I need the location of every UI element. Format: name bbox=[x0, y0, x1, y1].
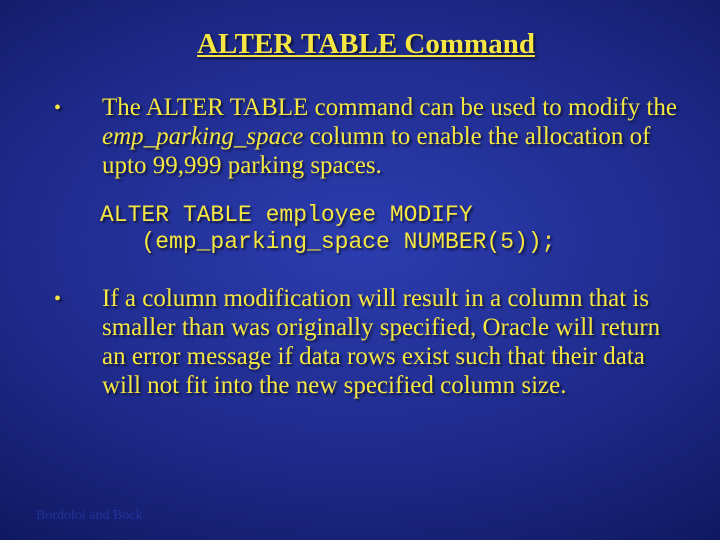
bullet-text: If a column modification will result in … bbox=[102, 284, 680, 400]
slide: ALTER TABLE Command • The ALTER TABLE co… bbox=[0, 0, 720, 540]
bullet-symbol: • bbox=[52, 93, 102, 124]
bullet-text: The ALTER TABLE command can be used to m… bbox=[102, 93, 680, 180]
bullet-item: • If a column modification will result i… bbox=[52, 284, 680, 400]
code-block: ALTER TABLE employee MODIFY (emp_parking… bbox=[100, 202, 680, 256]
bullet-item: • The ALTER TABLE command can be used to… bbox=[52, 93, 680, 180]
footer-credit: Bordoloi and Bock bbox=[36, 508, 143, 524]
bullet-symbol: • bbox=[52, 284, 102, 315]
slide-title: ALTER TABLE Command bbox=[52, 28, 680, 61]
